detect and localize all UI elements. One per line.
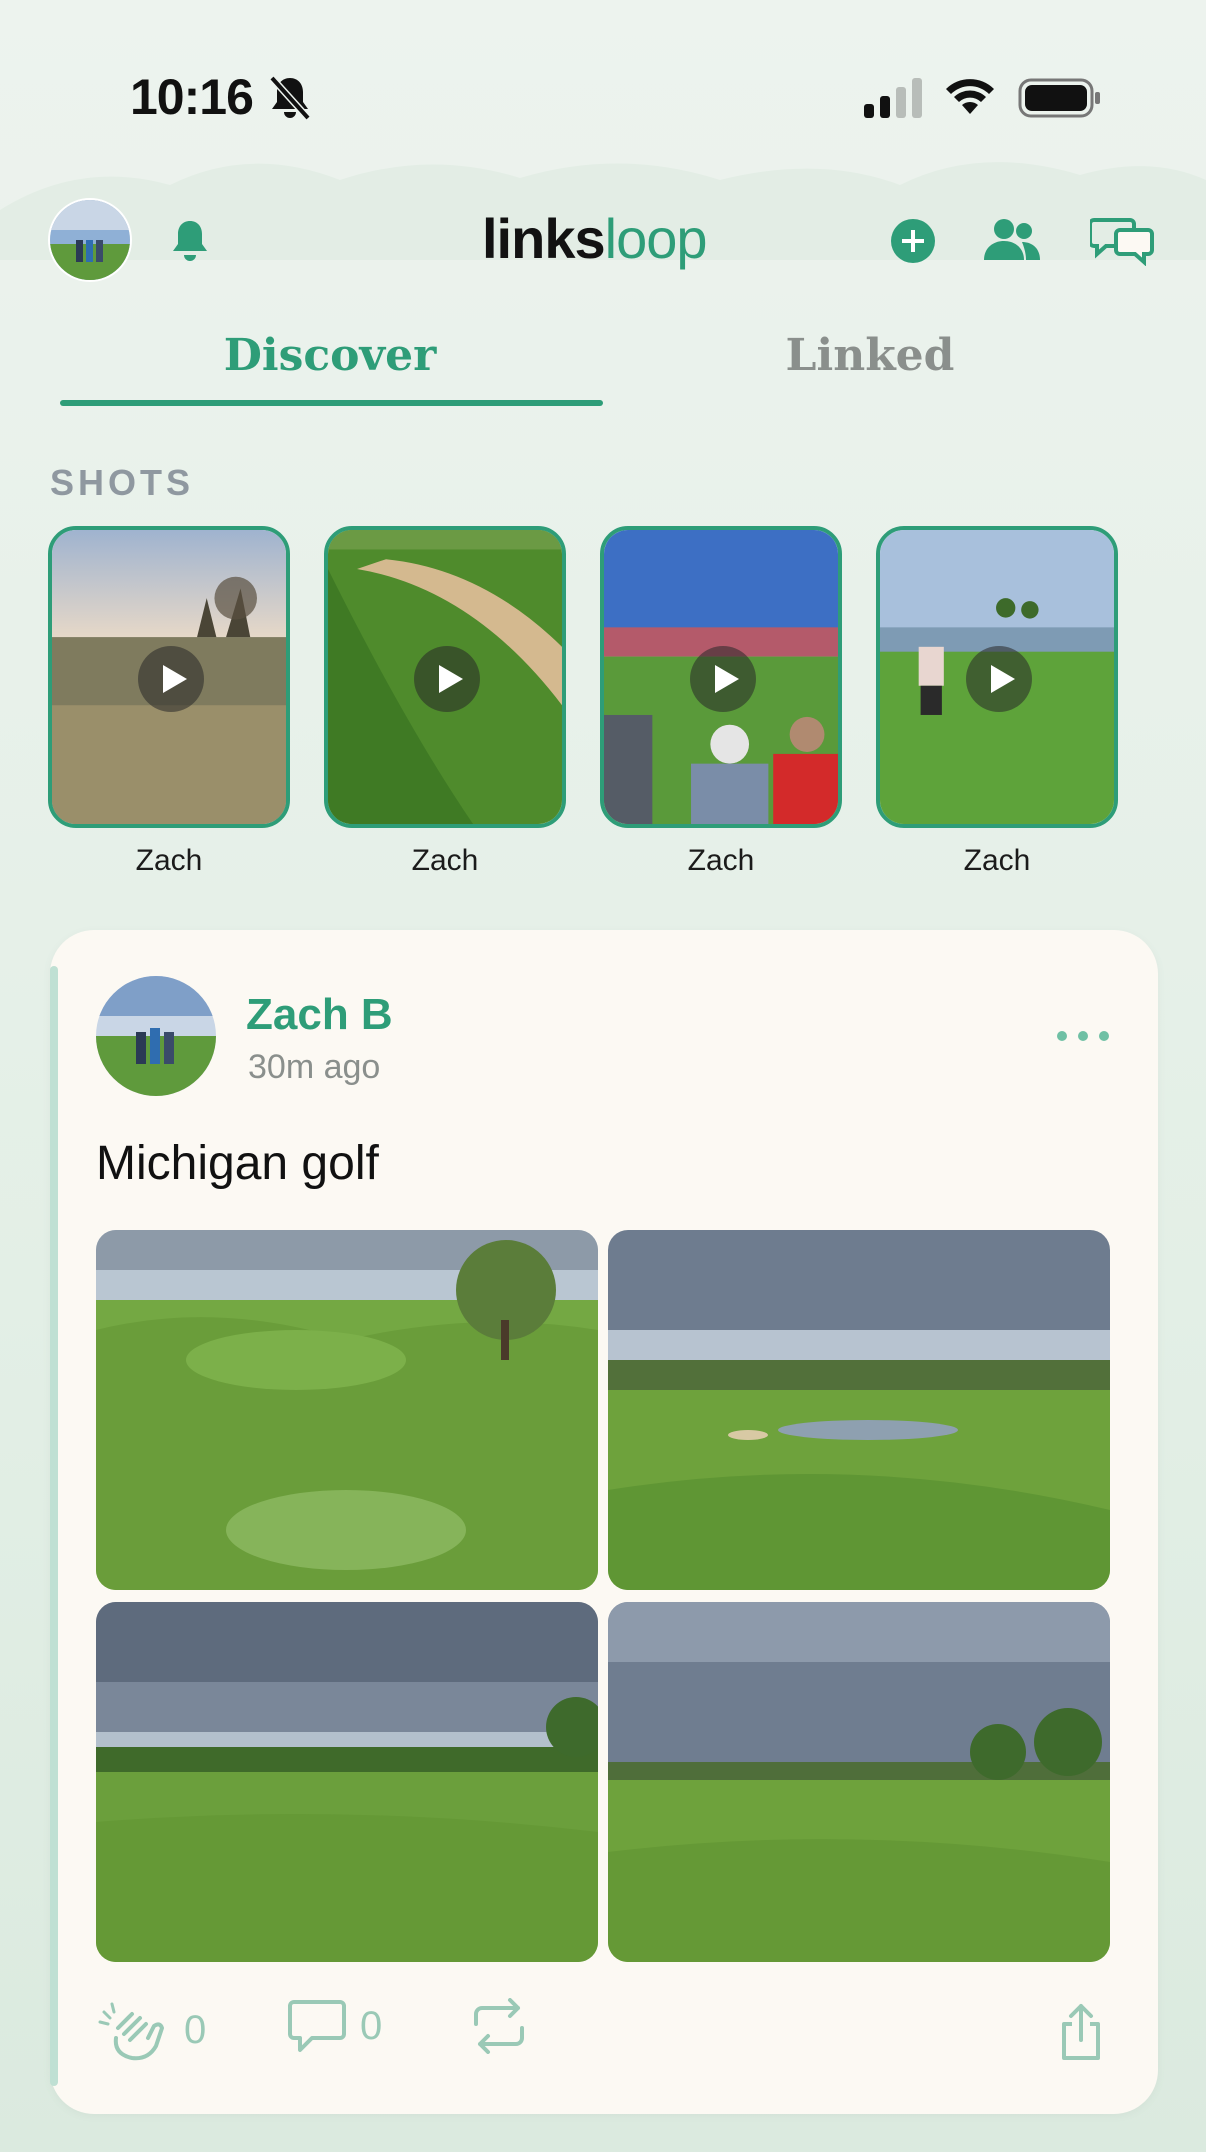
post-caption: Michigan golf xyxy=(96,1137,379,1190)
post-photo[interactable] xyxy=(96,1230,598,1590)
shots-section-label: SHOTS xyxy=(50,462,195,503)
play-icon xyxy=(690,646,756,712)
post-photo-image xyxy=(96,1602,598,1962)
active-tab-indicator xyxy=(60,400,603,406)
messages-icon[interactable] xyxy=(1090,214,1154,266)
app-logo: links loop xyxy=(482,206,707,271)
comment-icon xyxy=(288,2000,346,2052)
post-photo-image xyxy=(608,1602,1110,1962)
comment-action[interactable]: 0 xyxy=(288,1998,382,2054)
shot-thumbnail[interactable] xyxy=(600,526,842,828)
clap-action[interactable]: 0 xyxy=(98,1998,206,2062)
post-photo[interactable] xyxy=(608,1230,1110,1590)
shot-thumbnail[interactable] xyxy=(324,526,566,828)
post-timestamp: 30m ago xyxy=(248,1048,381,1086)
post-photo[interactable] xyxy=(96,1602,598,1962)
post-card-accent xyxy=(50,966,58,2086)
friends-icon[interactable] xyxy=(982,216,1042,264)
shot-author-name: Zach xyxy=(687,844,755,877)
logo-links: links xyxy=(482,207,606,270)
tab-discover[interactable]: Discover xyxy=(60,330,600,381)
tab-linked[interactable]: Linked xyxy=(600,330,1140,381)
clap-count: 0 xyxy=(184,2007,207,2052)
wifi-icon xyxy=(946,79,994,114)
play-icon xyxy=(138,646,204,712)
share-icon[interactable] xyxy=(1056,2002,1106,2062)
post-author-avatar[interactable] xyxy=(96,976,216,1096)
profile-avatar[interactable] xyxy=(48,198,132,282)
more-options-icon[interactable] xyxy=(1054,1024,1112,1048)
post-author-name[interactable]: Zach B xyxy=(246,990,393,1040)
shot-author-name: Zach xyxy=(411,844,479,877)
clap-icon xyxy=(98,2002,164,2061)
play-icon xyxy=(966,646,1032,712)
repost-action[interactable] xyxy=(468,1998,530,2054)
shot-author-name: Zach xyxy=(135,844,203,877)
post-photo-image xyxy=(608,1230,1110,1590)
notifications-bell-icon[interactable] xyxy=(168,218,212,264)
battery-icon xyxy=(1018,78,1100,118)
shot-thumbnail[interactable] xyxy=(48,526,290,828)
repost-icon xyxy=(474,1998,524,2054)
shot-thumbnail[interactable] xyxy=(876,526,1118,828)
play-icon xyxy=(414,646,480,712)
shot-author-name: Zach xyxy=(963,844,1031,877)
post-photo[interactable] xyxy=(608,1602,1110,1962)
cellular-signal-icon xyxy=(864,78,922,118)
add-post-button[interactable] xyxy=(890,218,936,264)
post-photo-image xyxy=(96,1230,598,1590)
comment-count: 0 xyxy=(360,2003,383,2048)
status-time: 10:16 xyxy=(130,69,254,125)
silent-mode-icon xyxy=(269,75,311,121)
logo-loop: loop xyxy=(604,207,708,270)
